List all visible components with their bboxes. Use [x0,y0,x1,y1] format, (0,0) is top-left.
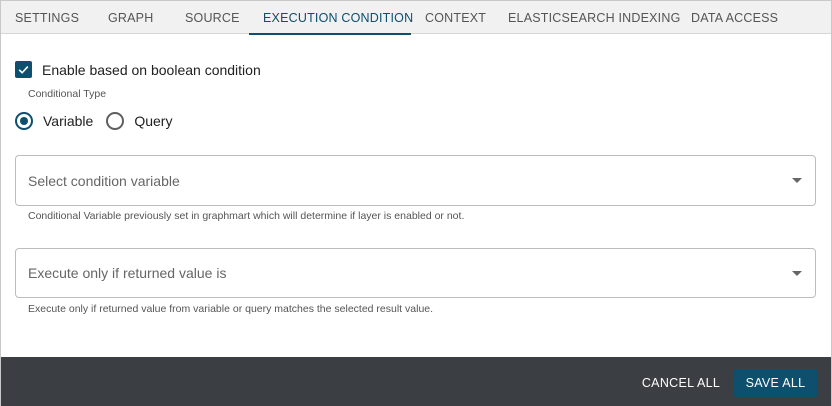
save-all-button[interactable]: SAVE ALL [734,369,817,397]
tab-execution-condition[interactable]: EXECUTION CONDITION [249,1,413,35]
action-footer: CANCEL ALL SAVE ALL [1,357,831,406]
enable-condition-checkbox-row[interactable]: Enable based on boolean condition [15,61,261,78]
chevron-down-icon [792,178,802,183]
returned-value-placeholder: Execute only if returned value is [28,265,227,281]
radio-variable-label: Variable [43,113,94,129]
checkmark-icon [18,65,29,74]
cancel-all-button[interactable]: CANCEL ALL [637,369,725,397]
tab-elasticsearch-indexing[interactable]: ELASTICSEARCH INDEXING [494,1,695,34]
radio-option-variable[interactable]: Variable [15,112,93,130]
tab-graph[interactable]: GRAPH [94,1,167,34]
returned-value-select[interactable]: Execute only if returned value is [15,248,816,298]
radio-query-label: Query [134,113,173,129]
returned-value-hint: Execute only if returned value from vari… [28,303,434,315]
radio-query[interactable] [106,112,125,130]
condition-variable-hint: Conditional Variable previously set in g… [28,210,465,222]
tab-bar: SETTINGS GRAPH SOURCE EXECUTION CONDITIO… [1,1,831,35]
tab-source[interactable]: SOURCE [171,1,254,34]
enable-condition-checkbox[interactable] [15,61,32,78]
layer-editor-panel: SETTINGS GRAPH SOURCE EXECUTION CONDITIO… [0,0,832,406]
tab-settings[interactable]: SETTINGS [1,1,93,34]
radio-option-query[interactable]: Query [106,112,172,130]
radio-selected-dot [20,117,28,125]
tab-data-access[interactable]: DATA ACCESS [677,1,792,34]
chevron-down-icon [792,271,802,276]
condition-variable-placeholder: Select condition variable [28,172,180,189]
condition-variable-select[interactable]: Select condition variable [15,155,816,206]
radio-variable[interactable] [15,112,33,130]
enable-condition-label: Enable based on boolean condition [42,61,261,78]
execution-condition-form: Enable based on boolean condition Condit… [1,35,831,357]
conditional-type-radio-group: Variable Query [15,112,185,130]
conditional-type-label: Conditional Type [28,88,107,100]
tab-context[interactable]: CONTEXT [411,1,500,34]
